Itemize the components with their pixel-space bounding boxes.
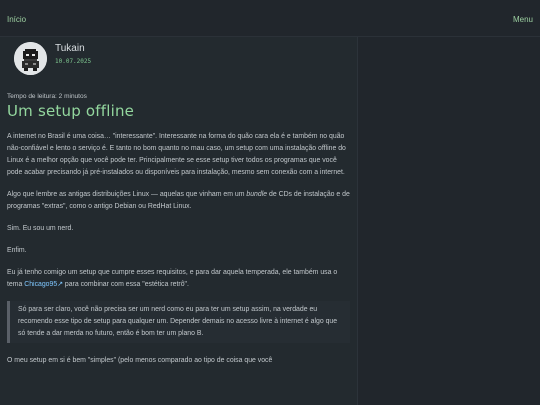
page-title: Um setup offline <box>7 102 135 120</box>
quote-text: Só para ser claro, você não precisa ser … <box>18 306 338 337</box>
paragraph-intro: A internet no Brasil é uma coisa… "inter… <box>7 133 346 176</box>
paragraph-theme: Eu já tenho comigo um setup que cumpre e… <box>7 267 350 291</box>
paragraph-nerd: Sim. Eu sou um nerd. <box>7 225 74 232</box>
italic-text: bundle <box>246 191 268 198</box>
paragraph-enfim: Enfim. <box>7 247 27 254</box>
blockquote: Só para ser claro, você não precisa ser … <box>7 301 350 343</box>
link-text: Chicago95 <box>24 281 58 288</box>
read-time: Tempo de leitura: 2 minutos <box>7 93 87 100</box>
home-link[interactable]: Início <box>7 15 26 24</box>
author-name: Tukain <box>55 43 85 54</box>
paragraph-distros: Algo que lembre as antigas distribuições… <box>7 189 350 213</box>
article-content: Tukain 10.07.2025 Tempo de leitura: 2 mi… <box>0 37 358 405</box>
post-date: 10.07.2025 <box>55 58 92 65</box>
avatar <box>14 42 47 75</box>
chicago95-link[interactable]: Chicago95↗ <box>24 281 63 288</box>
menu-link[interactable]: Menu <box>513 15 533 24</box>
paragraph-setup: O meu setup em si é bem "simples" (pelo … <box>7 357 273 364</box>
top-navigation-bar: Início Menu <box>0 0 540 37</box>
paragraph-text: Algo que lembre as antigas distribuições… <box>7 191 247 198</box>
author-block: Tukain 10.07.2025 <box>7 37 350 89</box>
pixel-character-avatar-icon <box>14 42 47 75</box>
paragraph-text: para combinar com essa "estética retrô". <box>62 281 189 288</box>
